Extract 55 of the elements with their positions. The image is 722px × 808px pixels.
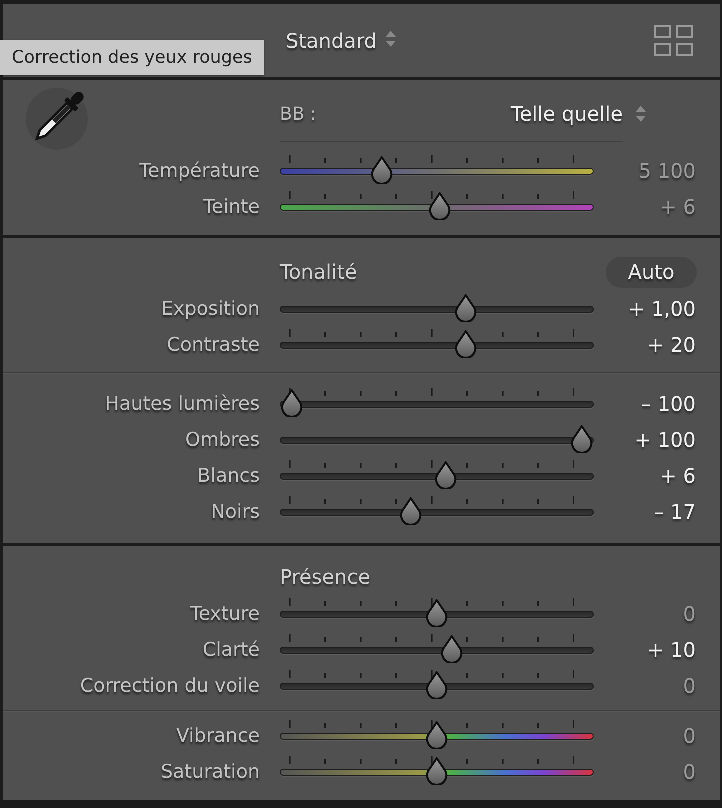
slider-value[interactable]: + 10 — [647, 638, 696, 662]
slider-track[interactable] — [280, 670, 594, 702]
grid-icon[interactable] — [654, 24, 694, 56]
slider-track[interactable] — [280, 756, 594, 788]
slider-label: Ombres — [185, 429, 260, 451]
slider-value[interactable]: + 6 — [660, 464, 696, 488]
slider-thumb[interactable] — [454, 294, 478, 322]
slider-value[interactable]: + 100 — [634, 428, 696, 452]
slider-thumb[interactable] — [434, 461, 458, 489]
slider-track[interactable] — [280, 191, 594, 223]
slider-track[interactable] — [280, 460, 594, 492]
slider-thumb[interactable] — [425, 671, 449, 699]
slider-thumb[interactable] — [280, 389, 304, 417]
slider-thumb[interactable] — [454, 330, 478, 358]
slider-track[interactable] — [280, 155, 594, 187]
profile-value[interactable]: Standard — [286, 28, 377, 52]
auto-button[interactable]: Auto — [606, 256, 697, 288]
slider-thumb[interactable] — [425, 599, 449, 627]
slider-value[interactable]: + 1,00 — [628, 297, 696, 321]
slider-track[interactable] — [280, 329, 594, 361]
slider-label: Teinte — [203, 196, 260, 218]
slider-label: Température — [140, 160, 260, 182]
slider-label: Correction du voile — [80, 675, 260, 697]
slider-thumb[interactable] — [570, 425, 594, 453]
slider-track[interactable] — [280, 634, 594, 666]
slider-track[interactable] — [280, 293, 594, 325]
slider-thumb[interactable] — [425, 721, 449, 749]
slider-track[interactable] — [280, 598, 594, 630]
slider-value[interactable]: + 20 — [647, 333, 696, 357]
slider-thumb[interactable] — [440, 635, 464, 663]
slider-label: Contraste — [167, 334, 260, 356]
slider-track[interactable] — [280, 720, 594, 752]
balance-mode-label: BB : — [280, 104, 316, 124]
slider-track[interactable] — [280, 496, 594, 528]
slider-thumb[interactable] — [425, 757, 449, 785]
slider-thumb[interactable] — [370, 156, 394, 184]
slider-label: Saturation — [160, 761, 260, 783]
slider-label: Clarté — [202, 639, 260, 661]
slider-label: Blancs — [198, 465, 260, 487]
slider-label: Vibrance — [176, 725, 260, 747]
section-title: Présence — [280, 565, 370, 589]
slider-thumb[interactable] — [398, 497, 423, 525]
slider-label: Noirs — [211, 501, 260, 523]
eyedropper-icon[interactable] — [25, 87, 89, 151]
tooltip: Correction des yeux rouges — [0, 40, 264, 75]
slider-thumb[interactable] — [428, 192, 452, 220]
slider-track[interactable] — [280, 424, 594, 456]
slider-value[interactable]: – 100 — [641, 392, 696, 416]
slider-track[interactable] — [280, 388, 594, 420]
balance-mode-dropdown[interactable]: Telle quelle — [511, 102, 623, 126]
slider-label: Exposition — [161, 298, 260, 320]
section-title: Tonalité — [280, 260, 358, 284]
slider-label: Texture — [190, 603, 260, 625]
slider-value[interactable]: – 17 — [654, 500, 696, 524]
slider-label: Hautes lumières — [105, 393, 260, 415]
